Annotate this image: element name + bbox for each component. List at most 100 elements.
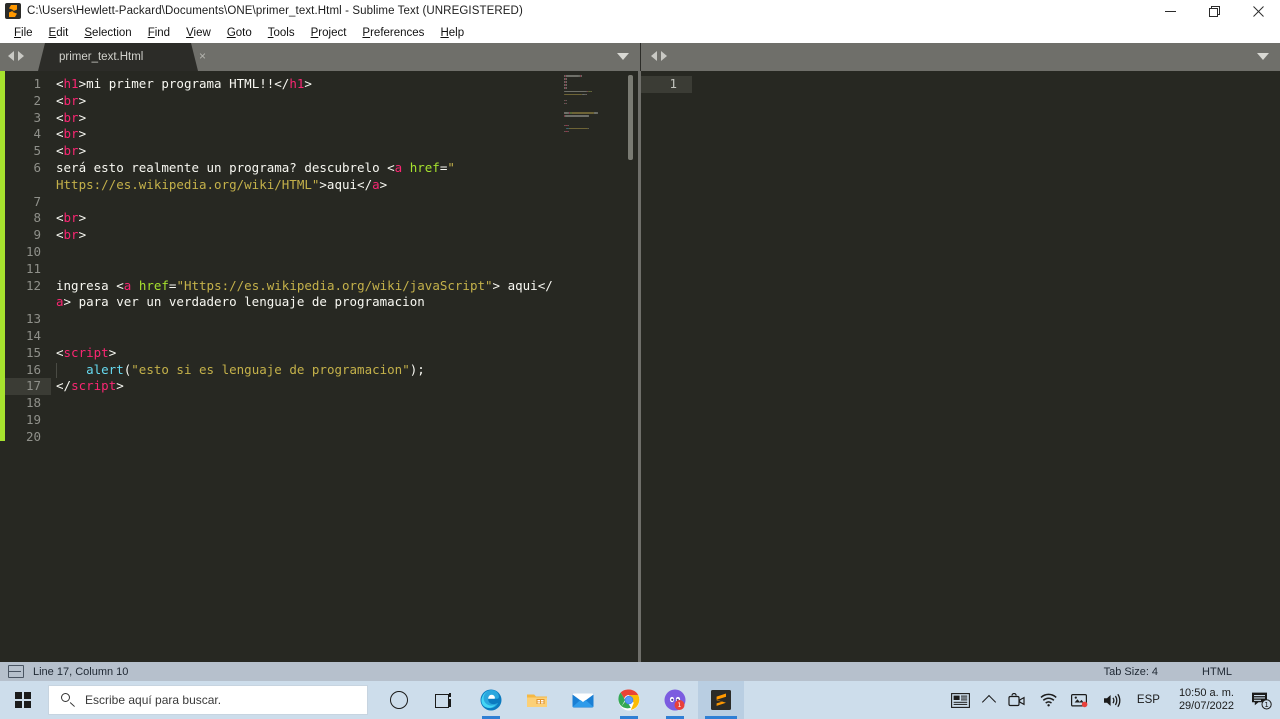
code-line[interactable]: Https://es.wikipedia.org/wiki/HTML">aqui… (0, 177, 640, 194)
menu-item-preferences[interactable]: Preferences (354, 25, 432, 41)
close-button[interactable] (1236, 0, 1280, 22)
code-line[interactable]: 6 será esto realmente un programa? descub… (0, 160, 640, 177)
code-line[interactable]: 19 (0, 412, 640, 429)
syntax-status[interactable]: HTML (1202, 666, 1232, 678)
taskbar-app-chrome[interactable] (606, 681, 652, 719)
tab-nav-arrows[interactable] (8, 51, 24, 61)
line-text: a> para ver un verdadero lenguaje de pro… (56, 294, 425, 310)
menu-item-file[interactable]: File (6, 25, 41, 41)
console-toggle-icon[interactable] (8, 665, 24, 678)
line-number: 17 (25, 378, 41, 394)
menu-item-tools[interactable]: Tools (260, 25, 303, 41)
system-tray: ESP 10:50 a. m. 29/07/2022 1 (944, 681, 1280, 719)
tab-nav-previous-icon[interactable] (8, 51, 14, 61)
line-number: 9 (33, 227, 41, 243)
meet-now-button[interactable] (1001, 681, 1033, 719)
minimap[interactable] (564, 75, 626, 662)
minimap-line (565, 84, 567, 86)
menu-item-view[interactable]: View (178, 25, 219, 41)
action-center-button[interactable]: 1 (1244, 681, 1280, 719)
code-line[interactable]: 3 <br> (0, 110, 640, 127)
code-line[interactable]: 17 </script> (0, 378, 640, 396)
cortana-button[interactable] (376, 681, 422, 719)
taskbar-app-mail[interactable] (560, 681, 606, 719)
tab-size-status[interactable]: Tab Size: 4 (1104, 666, 1158, 678)
line-number: 2 (33, 92, 41, 108)
show-hidden-icons-button[interactable] (977, 681, 1001, 719)
volume-button[interactable] (1096, 681, 1128, 719)
clock-button[interactable]: 10:50 a. m. 29/07/2022 (1169, 687, 1244, 713)
tab-primer-text-html[interactable]: primer_text.Html (38, 43, 198, 71)
code-line[interactable]: 12 ingresa <a href="Https://es.wikipedia.… (0, 278, 640, 295)
menu-item-help[interactable]: Help (432, 25, 472, 41)
code-line[interactable]: 20 (0, 429, 640, 446)
start-button[interactable] (0, 681, 46, 719)
taskbar-app-file-explorer[interactable] (514, 681, 560, 719)
menu-item-edit[interactable]: Edit (41, 25, 77, 41)
code-line[interactable]: 8 <br> (0, 210, 640, 227)
clock-time: 10:50 a. m. (1178, 687, 1234, 699)
cursor-position-status: Line 17, Column 10 (33, 665, 129, 678)
code-line[interactable]: 1 <h1>mi primer programa HTML!!</h1> (0, 76, 640, 93)
code-line[interactable]: 9 <br> (0, 227, 640, 244)
discord-icon: 1 (664, 689, 686, 711)
code-content-left[interactable]: 1 <h1>mi primer programa HTML!!</h1> 2 <br>… (0, 76, 640, 446)
line-text: <br> (56, 210, 87, 226)
code-line[interactable]: a> para ver un verdadero lenguaje de pro… (0, 294, 640, 311)
tab-close-icon[interactable]: × (196, 50, 209, 63)
status-bar-right: Tab Size: 4 HTML (1104, 662, 1280, 681)
code-line[interactable]: 2 <br> (0, 93, 640, 110)
code-line[interactable]: 16 alert("esto si es lenguaje de program… (0, 362, 640, 379)
code-line[interactable]: 4 <br> (0, 126, 640, 143)
code-line[interactable]: 11 (0, 261, 640, 278)
tab-nav-next-icon-right[interactable] (661, 51, 667, 61)
minimap-line (565, 81, 567, 83)
taskbar-app-discord[interactable]: 1 (652, 681, 698, 719)
code-line[interactable]: 15 <script> (0, 345, 640, 362)
tab-list-dropdown-icon-right[interactable] (1257, 53, 1269, 60)
menu-bar: File Edit Selection Find View Goto Tools Projec… (0, 22, 1280, 43)
tab-list-dropdown-icon[interactable] (617, 53, 629, 60)
network-button[interactable] (1033, 681, 1064, 719)
code-line[interactable]: 14 (0, 328, 640, 345)
minimap-line (586, 93, 588, 96)
action-center-icon: 1 (1252, 692, 1272, 709)
editor-pane-left[interactable]: 1 <h1>mi primer programa HTML!!</h1> 2 <br>… (0, 71, 640, 662)
line-number: 19 (25, 411, 41, 427)
line-text: <br> (56, 143, 87, 159)
tab-nav-arrows-right[interactable] (651, 51, 667, 61)
taskbar-app-sublime-text[interactable] (698, 681, 744, 719)
tab-nav-previous-icon-right[interactable] (651, 51, 657, 61)
vertical-scrollbar[interactable] (628, 75, 633, 160)
line-text: <br> (56, 92, 87, 108)
menu-item-find[interactable]: Find (140, 25, 178, 41)
code-line[interactable]: 18 (0, 395, 640, 412)
search-icon (61, 693, 75, 707)
code-line[interactable]: 10 (0, 244, 640, 261)
minimap-line (568, 130, 570, 133)
clock-date: 29/07/2022 (1178, 700, 1234, 712)
tab-nav-next-icon[interactable] (18, 51, 24, 61)
minimize-button[interactable] (1148, 0, 1192, 22)
volume-icon (1103, 693, 1121, 707)
menu-item-goto[interactable]: Goto (219, 25, 260, 41)
onedrive-button[interactable] (1064, 681, 1096, 719)
taskbar-search-box[interactable]: Escribe aquí para buscar. (48, 685, 368, 715)
code-line[interactable]: 7 (0, 194, 640, 211)
svg-text:1: 1 (1264, 701, 1268, 709)
tab-bar-right (641, 43, 1280, 71)
editor-pane-right[interactable]: 1 (641, 71, 1280, 662)
code-line[interactable]: 13 (0, 311, 640, 328)
status-bar: Line 17, Column 10 Tab Size: 4 HTML (0, 662, 1280, 681)
minimap-line (565, 78, 567, 80)
line-number: 12 (25, 277, 41, 293)
input-language-button[interactable]: ESP (1128, 694, 1169, 706)
menu-item-selection[interactable]: Selection (76, 25, 139, 41)
news-and-interests-button[interactable] (944, 681, 977, 719)
task-view-button[interactable] (422, 681, 468, 719)
taskbar-app-edge[interactable] (468, 681, 514, 719)
code-line[interactable]: 5 <br> (0, 143, 640, 160)
tab-label: primer_text.Html (59, 51, 144, 63)
menu-item-project[interactable]: Project (303, 25, 355, 41)
maximize-restore-button[interactable] (1192, 0, 1236, 22)
